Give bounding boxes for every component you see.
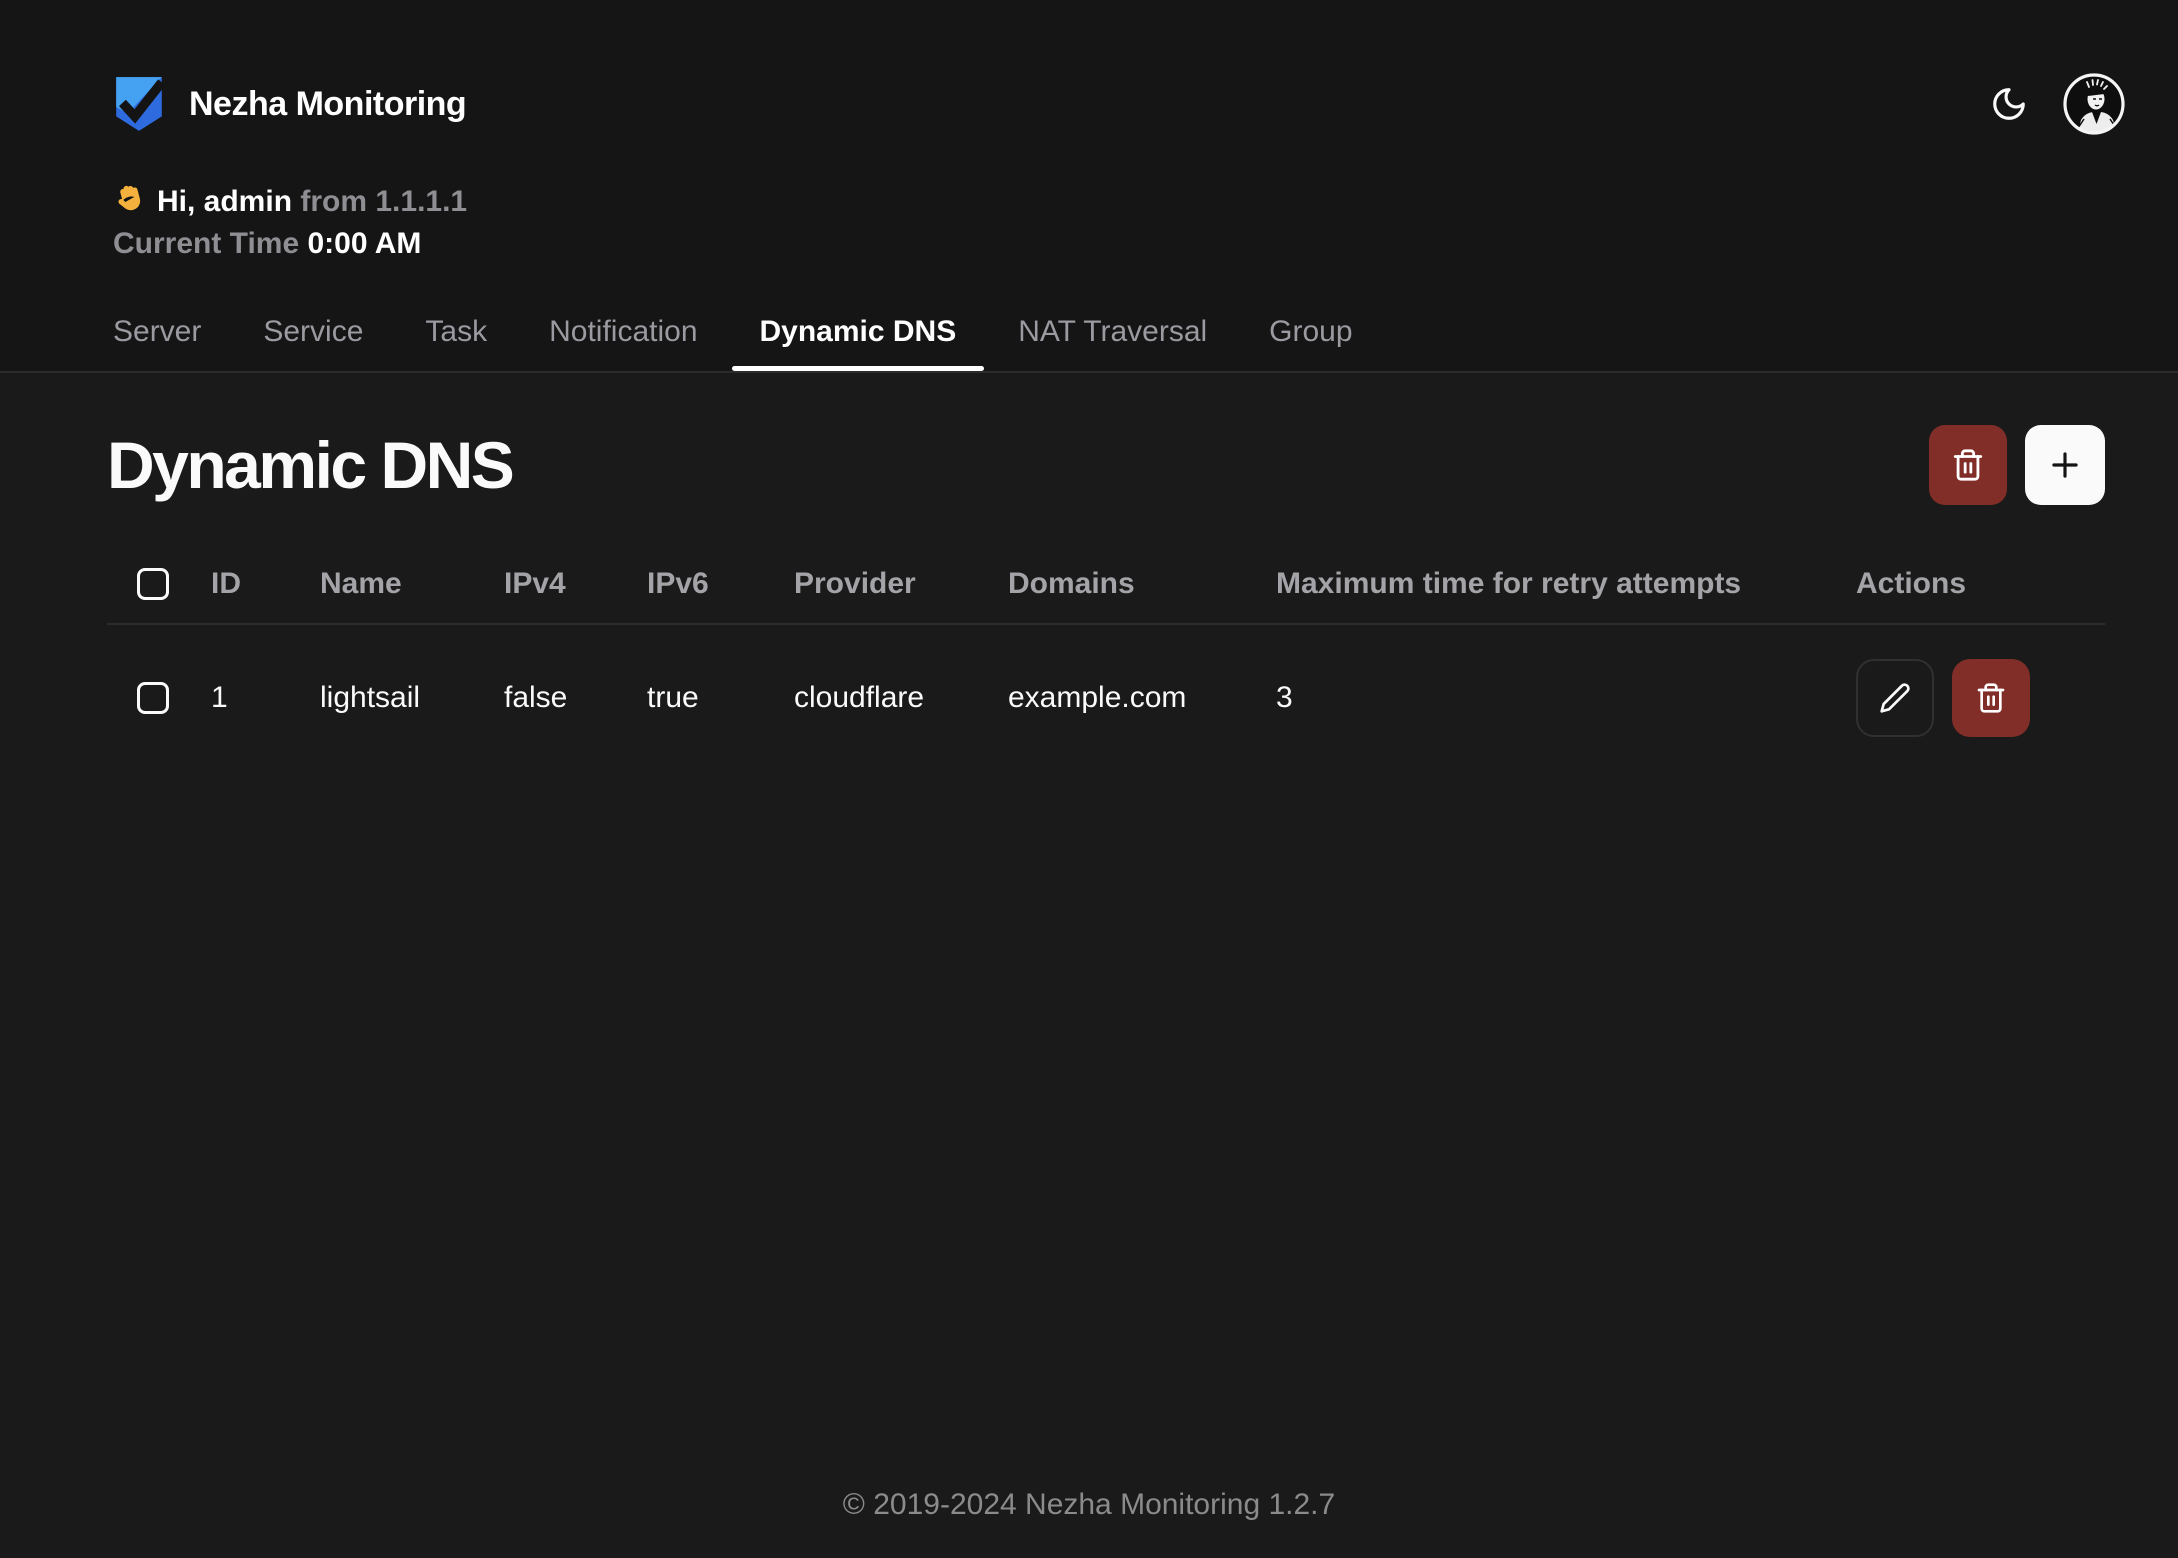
delete-record-button[interactable] (1952, 659, 2030, 737)
theme-toggle-button[interactable] (1990, 85, 2028, 123)
bulk-delete-button[interactable] (1929, 425, 2007, 505)
waving-hand-icon (113, 181, 147, 215)
table-row: 1 lightsail false true cloudflare exampl… (107, 625, 2105, 759)
col-header-ipv4: IPv4 (504, 567, 647, 601)
tab-server[interactable]: Server (113, 315, 201, 371)
main-content: Dynamic DNS ID Name IPv4 IPv6 Provider (0, 373, 2178, 1488)
tab-dynamic-dns[interactable]: Dynamic DNS (760, 315, 957, 371)
copyright-text: © 2019-2024 Nezha Monitoring 1.2.7 (843, 1488, 1335, 1521)
user-avatar[interactable] (2062, 72, 2126, 136)
current-time-value: 0:00 AM (308, 227, 422, 260)
current-time-label: Current Time (113, 227, 299, 260)
greeting-line: Hi, admin from 1.1.1.1 (113, 181, 2126, 223)
edit-record-button[interactable] (1856, 659, 1934, 737)
trash-icon (1951, 448, 1985, 482)
row-checkbox[interactable] (137, 682, 169, 714)
ddns-table: ID Name IPv4 IPv6 Provider Domains Maxim… (107, 545, 2105, 759)
add-record-button[interactable] (2025, 425, 2105, 505)
cell-max-retry: 3 (1276, 681, 1856, 715)
pencil-icon (1879, 682, 1911, 714)
plus-icon (2046, 446, 2084, 484)
toolbar (1929, 425, 2105, 505)
cell-id: 1 (211, 681, 320, 715)
brand-name: Nezha Monitoring (189, 85, 466, 124)
nav-tabs: Server Service Task Notification Dynamic… (113, 315, 2126, 371)
col-header-actions: Actions (1856, 567, 2105, 601)
table-header-row: ID Name IPv4 IPv6 Provider Domains Maxim… (107, 545, 2105, 625)
row-select-cell (107, 682, 211, 714)
page-footer: © 2019-2024 Nezha Monitoring 1.2.7 (0, 1488, 2178, 1558)
cell-actions (1856, 659, 2105, 737)
col-header-domains: Domains (1008, 567, 1276, 601)
col-header-provider: Provider (794, 567, 1008, 601)
col-header-ipv6: IPv6 (647, 567, 794, 601)
page-title: Dynamic DNS (107, 427, 512, 503)
tab-group[interactable]: Group (1269, 315, 1352, 371)
cell-name: lightsail (320, 681, 504, 715)
nezha-logo-icon (113, 75, 165, 133)
col-header-name: Name (320, 567, 504, 601)
cell-ipv6: true (647, 681, 794, 715)
brand: Nezha Monitoring (113, 75, 466, 133)
cell-domains: example.com (1008, 681, 1276, 715)
moon-icon (1990, 85, 2028, 123)
title-row: Dynamic DNS (107, 425, 2105, 505)
current-time-line: Current Time 0:00 AM (113, 223, 2126, 265)
cell-ipv4: false (504, 681, 647, 715)
site-header: Nezha Monitoring (0, 0, 2178, 373)
tab-task[interactable]: Task (425, 315, 487, 371)
col-header-max-retry: Maximum time for retry attempts (1276, 567, 1856, 601)
tab-service[interactable]: Service (263, 315, 363, 371)
header-actions (1990, 72, 2126, 136)
greeting-user: Hi, admin (157, 185, 292, 218)
greeting-from: from 1.1.1.1 (300, 185, 467, 218)
header-select-cell (107, 568, 211, 600)
select-all-checkbox[interactable] (137, 568, 169, 600)
header-top: Nezha Monitoring (113, 72, 2126, 136)
col-header-id: ID (211, 567, 320, 601)
trash-icon (1975, 682, 2007, 714)
greeting: Hi, admin from 1.1.1.1 Current Time 0:00… (113, 181, 2126, 265)
tab-notification[interactable]: Notification (549, 315, 697, 371)
cell-provider: cloudflare (794, 681, 1008, 715)
tab-nat-traversal[interactable]: NAT Traversal (1018, 315, 1207, 371)
